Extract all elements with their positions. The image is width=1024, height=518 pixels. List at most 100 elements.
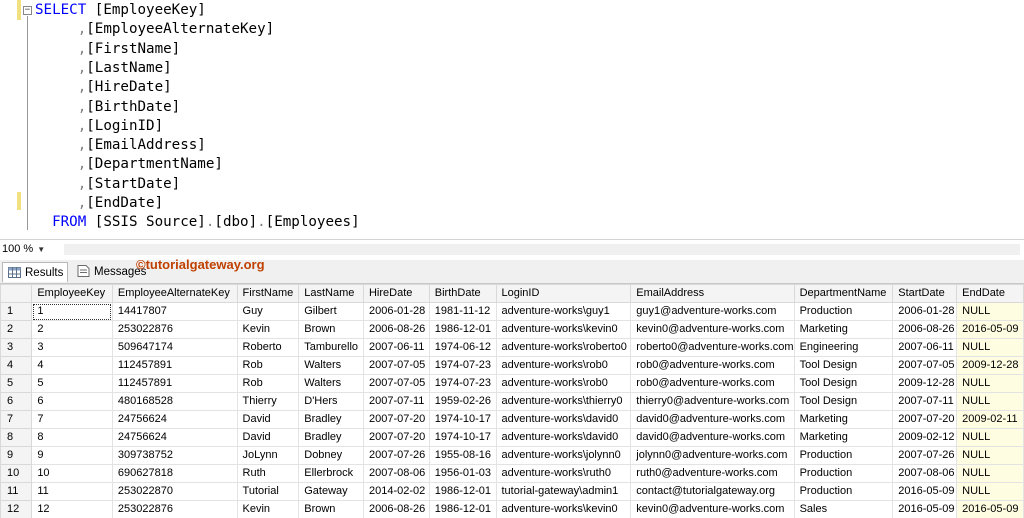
grid-cell[interactable]: ruth0@adventure-works.com [630,464,795,483]
table-row[interactable]: 1 1 14417807 Guy Gilbert 2006-01-28 1981-11-12… [0,302,1024,321]
grid-cell[interactable]: 12 [31,500,113,518]
grid-cell[interactable]: 309738752 [111,446,238,465]
grid-cell[interactable]: 2007-07-05 [362,356,430,375]
grid-cell[interactable]: Bradley [298,410,364,429]
grid-cell[interactable]: thierry0@adventure-works.com [630,392,795,411]
table-row[interactable]: 10 10 690627818 Ruth Ellerbrock 2007-08-06 195… [0,464,1024,483]
row-number[interactable]: 5 [0,374,33,393]
grid-cell[interactable]: 2007-08-06 [362,464,430,483]
grid-cell[interactable]: 2007-07-11 [892,392,958,411]
grid-cell[interactable]: NULL [956,464,1024,483]
grid-cell[interactable]: adventure-works\jolynn0 [495,446,632,465]
tab-messages[interactable]: Messages [72,262,146,282]
grid-cell[interactable]: 112457891 [111,356,238,375]
grid-cell[interactable]: Production [793,302,894,321]
grid-cell[interactable]: adventure-works\kevin0 [495,500,632,518]
grid-cell[interactable]: 509647174 [111,338,238,357]
grid-cell[interactable]: JoLynn [236,446,300,465]
grid-cell[interactable]: Tool Design [793,392,894,411]
grid-cell[interactable]: guy1@adventure-works.com [630,302,795,321]
grid-cell[interactable]: NULL [956,392,1024,411]
grid-cell[interactable]: Dobney [298,446,364,465]
grid-cell[interactable]: adventure-works\kevin0 [495,320,632,339]
grid-cell[interactable]: Thierry [236,392,300,411]
query-editor[interactable]: − SELECT [EmployeeKey] ,[EmployeeAlterna… [0,0,1024,238]
grid-cell[interactable]: NULL [956,446,1024,465]
column-header[interactable]: FirstName [236,284,300,303]
grid-cell[interactable]: 4 [31,356,113,375]
grid-cell[interactable]: 1981-11-12 [428,302,497,321]
grid-cell[interactable]: 2 [31,320,113,339]
grid-cell[interactable]: adventure-works\rob0 [495,356,632,375]
row-number[interactable]: 2 [0,320,33,339]
grid-cell[interactable]: rob0@adventure-works.com [630,356,795,375]
grid-cell[interactable]: David [236,428,300,447]
grid-cell[interactable]: jolynn0@adventure-works.com [630,446,795,465]
table-row[interactable]: 11 11 253022870 Tutorial Gateway 2014-02-02 19… [0,482,1024,501]
grid-cell[interactable]: 2006-08-26 [362,500,430,518]
grid-cell[interactable]: 11 [31,482,113,501]
grid-cell[interactable]: adventure-works\david0 [495,428,632,447]
grid-cell[interactable]: 24756624 [111,410,238,429]
row-number[interactable]: 3 [0,338,33,357]
grid-cell[interactable]: Rob [236,356,300,375]
grid-cell[interactable]: 10 [31,464,113,483]
grid-cell[interactable]: adventure-works\rob0 [495,374,632,393]
grid-cell[interactable]: 2009-02-12 [892,428,958,447]
grid-cell[interactable]: 8 [31,428,113,447]
grid-cell[interactable]: 480168528 [111,392,238,411]
grid-cell[interactable]: roberto0@adventure-works.com [630,338,795,357]
grid-cell[interactable]: 3 [31,338,113,357]
grid-cell[interactable]: 2014-02-02 [362,482,430,501]
grid-cell[interactable]: 2007-07-11 [362,392,430,411]
grid-cell[interactable]: 2016-05-09 [956,500,1024,518]
horizontal-scrollbar[interactable] [64,244,1020,255]
table-row[interactable]: 8 8 24756624 David Bradley 2007-07-20 1974-10-… [0,428,1024,447]
grid-cell[interactable]: 1956-01-03 [428,464,497,483]
grid-cell[interactable]: 2016-05-09 [892,500,958,518]
grid-cell[interactable]: Brown [298,500,364,518]
grid-cell[interactable]: Tutorial [236,482,300,501]
grid-cell[interactable]: Production [793,446,894,465]
grid-cell[interactable]: 253022876 [111,500,238,518]
grid-cell[interactable]: 24756624 [111,428,238,447]
grid-cell[interactable]: NULL [956,428,1024,447]
grid-cell[interactable]: 1986-12-01 [428,320,497,339]
column-header[interactable]: HireDate [362,284,430,303]
grid-cell[interactable]: Bradley [298,428,364,447]
grid-cell[interactable]: 1 [31,302,113,321]
grid-cell[interactable]: kevin0@adventure-works.com [630,320,795,339]
grid-cell[interactable]: 6 [31,392,113,411]
grid-cell[interactable]: 14417807 [111,302,238,321]
table-row[interactable]: 5 5 112457891 Rob Walters 2007-07-05 1974-07-2… [0,374,1024,393]
grid-cell[interactable]: Marketing [793,428,894,447]
tab-results[interactable]: Results [2,262,68,282]
row-number[interactable]: 8 [0,428,33,447]
grid-cell[interactable]: Engineering [793,338,894,357]
grid-cell[interactable]: 2006-01-28 [362,302,430,321]
grid-cell[interactable]: 1974-06-12 [428,338,497,357]
grid-cell[interactable]: NULL [956,482,1024,501]
grid-cell[interactable]: 2007-06-11 [362,338,430,357]
grid-cell[interactable]: 2007-07-20 [362,428,430,447]
grid-cell[interactable]: 2009-12-28 [956,356,1024,375]
grid-cell[interactable]: NULL [956,302,1024,321]
row-number[interactable]: 10 [0,464,33,483]
grid-cell[interactable]: rob0@adventure-works.com [630,374,795,393]
grid-cell[interactable]: 253022870 [111,482,238,501]
grid-cell[interactable]: 2009-02-11 [956,410,1024,429]
grid-cell[interactable]: 2006-08-26 [362,320,430,339]
grid-cell[interactable]: 2007-07-20 [892,410,958,429]
row-number[interactable]: 1 [0,302,33,321]
grid-cell[interactable]: Sales [793,500,894,518]
row-number[interactable]: 6 [0,392,33,411]
grid-cell[interactable]: 9 [31,446,113,465]
grid-cell[interactable]: 2009-12-28 [892,374,958,393]
results-grid[interactable]: EmployeeKey EmployeeAlternateKey FirstName… [0,284,1024,518]
grid-cell[interactable]: 253022876 [111,320,238,339]
grid-cell[interactable]: 2006-01-28 [892,302,958,321]
grid-cell[interactable]: Walters [298,356,364,375]
table-row[interactable]: 7 7 24756624 David Bradley 2007-07-20 1974-10-… [0,410,1024,429]
grid-cell[interactable]: David [236,410,300,429]
grid-cell[interactable]: Tool Design [793,374,894,393]
